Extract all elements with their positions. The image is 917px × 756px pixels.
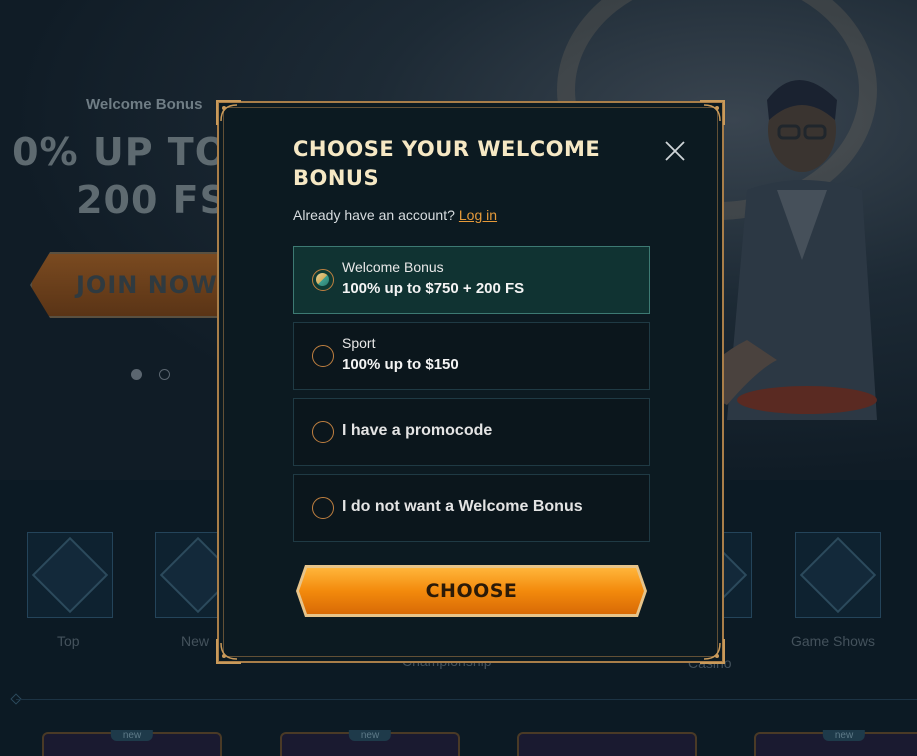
chip-icon (316, 273, 329, 286)
ornament-corner-icon (698, 99, 726, 127)
category-game-shows[interactable] (795, 532, 881, 618)
category-label-game-shows: Game Shows (791, 633, 876, 649)
game-tile[interactable]: new (42, 730, 222, 756)
section-divider (16, 699, 917, 700)
account-prompt-text: Already have an account? (293, 207, 455, 223)
close-button[interactable] (663, 139, 687, 163)
crown-icon (31, 536, 109, 614)
option-subtitle: Sport (342, 335, 376, 351)
category-top[interactable] (27, 532, 113, 618)
radio-selected-icon[interactable] (312, 269, 334, 291)
account-prompt-row: Already have an account? Log in (293, 207, 497, 223)
new-badge: new (110, 730, 154, 741)
choose-button[interactable]: CHOOSE (295, 564, 648, 618)
hero-title-line-2: 200 FS (76, 178, 228, 222)
choose-button-label: CHOOSE (425, 580, 518, 602)
ornament-corner-icon (215, 99, 243, 127)
ornament-corner-icon (215, 637, 243, 665)
ornament-corner-icon (698, 637, 726, 665)
new-badge: new (822, 730, 866, 741)
category-label-new: New (181, 633, 210, 649)
game-tile[interactable] (517, 732, 697, 756)
radio-icon[interactable] (312, 345, 334, 367)
hero-title: 0% UP TO 200 FS (0, 128, 228, 224)
category-label-top: Top (57, 633, 80, 649)
hero-label: Welcome Bonus (86, 96, 203, 113)
login-link[interactable]: Log in (459, 207, 497, 223)
new-badge: new (348, 730, 392, 741)
bonus-option-sport[interactable]: Sport 100% up to $150 (293, 322, 650, 390)
option-subtitle: Welcome Bonus (342, 259, 444, 275)
carousel-dot-2[interactable] (159, 369, 170, 380)
close-icon (665, 141, 685, 161)
option-title: I have a promocode (342, 422, 493, 439)
bonus-option-none[interactable]: I do not want a Welcome Bonus (293, 474, 650, 542)
bonus-option-promocode[interactable]: I have a promocode (293, 398, 650, 466)
option-title: 100% up to $150 (342, 356, 459, 373)
carousel-dot-1[interactable] (131, 369, 142, 380)
bonus-option-welcome[interactable]: Welcome Bonus 100% up to $750 + 200 FS (293, 246, 650, 314)
hero-title-line-1: 0% UP TO (12, 130, 228, 174)
option-title: 100% up to $750 + 200 FS (342, 280, 525, 297)
game-tile[interactable]: new (280, 730, 460, 756)
game-tile[interactable]: new (754, 730, 917, 756)
modal-title: CHOOSE YOUR WELCOME BONUS (293, 137, 601, 190)
option-title: I do not want a Welcome Bonus (342, 498, 583, 515)
radio-icon[interactable] (312, 497, 334, 519)
welcome-bonus-modal: CHOOSE YOUR WELCOME BONUS Already have a… (215, 99, 726, 665)
wheel-icon (799, 536, 877, 614)
join-now-button[interactable]: JOIN NOW (30, 252, 230, 318)
radio-icon[interactable] (312, 421, 334, 443)
